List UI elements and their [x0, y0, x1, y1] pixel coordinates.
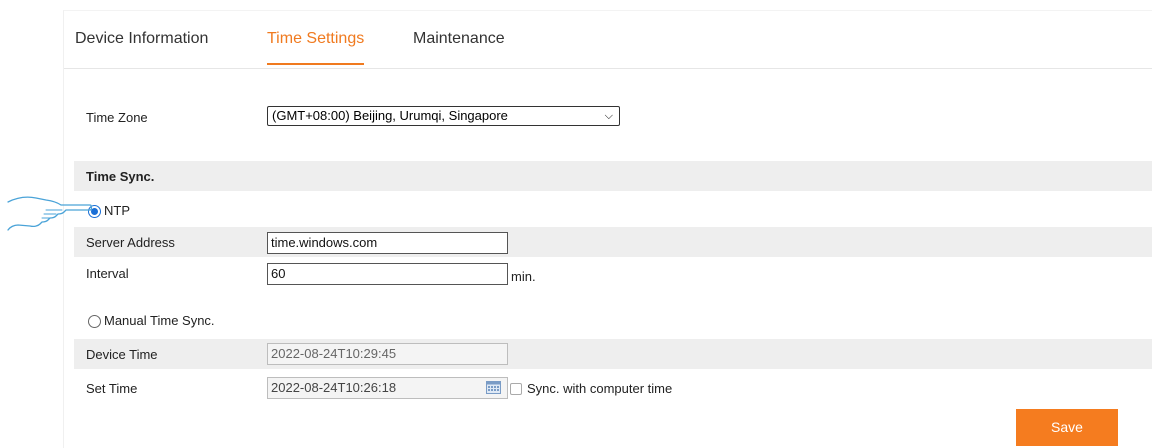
device-time-label: Device Time	[86, 347, 158, 362]
server-address-row	[74, 227, 1152, 257]
chevron-down-icon: ⌵	[604, 110, 613, 122]
interval-input[interactable]: 60	[267, 263, 508, 285]
time-zone-select[interactable]: (GMT+08:00) Beijing, Urumqi, Singapore ⌵	[267, 106, 620, 126]
set-time-input[interactable]: 2022-08-24T10:26:18	[267, 377, 508, 399]
set-time-label: Set Time	[86, 381, 138, 396]
sync-computer-label: Sync. with computer time	[527, 381, 673, 396]
sync-computer-checkbox[interactable]	[510, 383, 522, 395]
tab-bar: Device Information Time Settings Mainten…	[64, 11, 1152, 69]
ntp-label: NTP	[104, 203, 130, 218]
tab-device-information[interactable]: Device Information	[75, 29, 208, 63]
tab-time-settings[interactable]: Time Settings	[267, 29, 365, 65]
save-button[interactable]: Save	[1016, 409, 1118, 446]
device-time-row	[74, 339, 1152, 369]
time-zone-value: (GMT+08:00) Beijing, Urumqi, Singapore	[272, 108, 508, 123]
interval-label: Interval	[86, 266, 129, 281]
server-address-label: Server Address	[86, 235, 175, 250]
manual-sync-label: Manual Time Sync.	[104, 313, 215, 328]
pointing-hand-icon	[7, 196, 92, 231]
manual-sync-radio[interactable]	[88, 315, 101, 328]
time-zone-label: Time Zone	[86, 110, 148, 125]
calendar-icon[interactable]	[486, 381, 501, 394]
time-sync-section-header: Time Sync.	[74, 161, 1152, 191]
settings-panel: Device Information Time Settings Mainten…	[63, 10, 1152, 448]
device-time-field: 2022-08-24T10:29:45	[267, 343, 508, 365]
server-address-input[interactable]: time.windows.com	[267, 232, 508, 254]
time-sync-title: Time Sync.	[86, 169, 155, 184]
interval-unit: min.	[511, 269, 536, 284]
tab-maintenance[interactable]: Maintenance	[413, 29, 505, 63]
